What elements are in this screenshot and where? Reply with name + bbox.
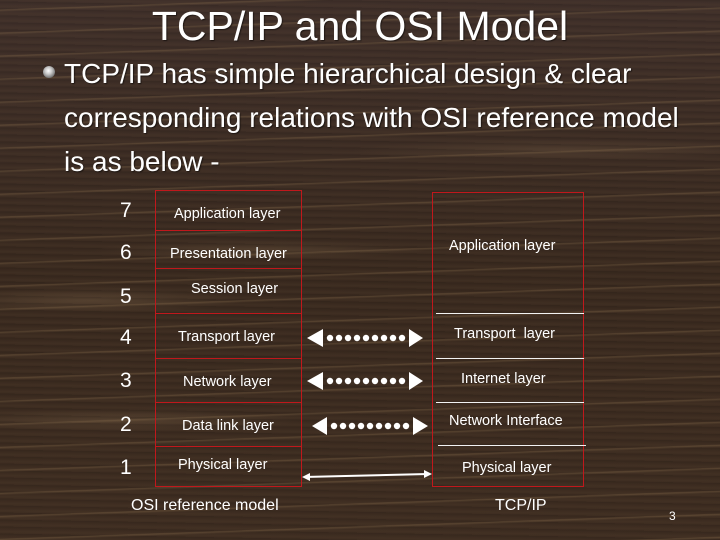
mapping-arrows <box>302 329 432 481</box>
tcpip-caption: TCP/IP <box>495 497 547 514</box>
arrowhead-left-icon <box>307 372 323 390</box>
arrowhead-right-icon <box>424 470 432 478</box>
page-number: 3 <box>669 509 676 523</box>
arrow-network <box>307 372 423 390</box>
arrow-physical <box>302 470 432 481</box>
arrowhead-left-icon <box>312 417 327 435</box>
osi-caption: OSI reference model <box>131 497 279 514</box>
arrowhead-right-icon <box>409 372 423 390</box>
arrowhead-right-icon <box>409 329 423 347</box>
arrow-data-link <box>312 417 428 435</box>
arrowhead-left-icon <box>307 329 323 347</box>
arrow-transport <box>307 329 423 347</box>
arrowhead-right-icon <box>413 417 428 435</box>
arrowhead-left-icon <box>302 473 310 481</box>
